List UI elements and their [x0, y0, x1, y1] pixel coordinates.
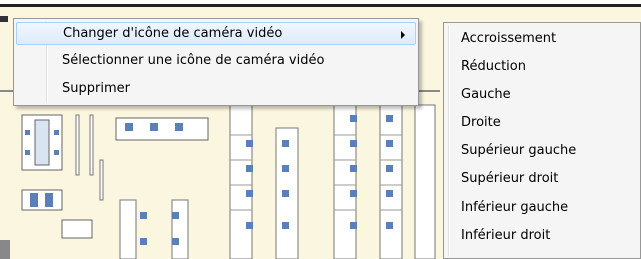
menu-item-select-camera-icon[interactable]: Sélectionner une icône de caméra vidéo: [16, 50, 416, 73]
submenu-item-lower-right[interactable]: Inférieur droit: [446, 222, 638, 250]
menu-item-label: Sélectionner une icône de caméra vidéo: [62, 53, 325, 68]
submenu-item-label: Droite: [461, 115, 501, 130]
submenu-item-right[interactable]: Droite: [446, 109, 638, 137]
submenu-item-label: Gauche: [461, 87, 511, 102]
submenu-item-left[interactable]: Gauche: [446, 81, 638, 109]
submenu-item-lower-left[interactable]: Inférieur gauche: [446, 194, 638, 222]
context-menu: Changer d'icône de caméra vidéo Sélectio…: [13, 18, 419, 106]
submenu-item-label: Supérieur droit: [461, 171, 559, 186]
submenu-item-label: Réduction: [461, 59, 526, 74]
submenu-item-label: Supérieur gauche: [461, 143, 577, 158]
menu-item-change-camera-icon[interactable]: Changer d'icône de caméra vidéo: [16, 22, 416, 45]
submenu-item-upper-left[interactable]: Supérieur gauche: [446, 137, 638, 165]
menu-item-label: Changer d'icône de caméra vidéo: [63, 26, 283, 41]
submenu-arrow-icon: [401, 31, 405, 39]
submenu-item-label: Inférieur droit: [461, 228, 551, 243]
submenu-camera-icon-options: Accroissement Réduction Gauche Droite Su…: [443, 22, 641, 259]
submenu-item-label: Accroissement: [461, 31, 557, 46]
submenu-item-upper-right[interactable]: Supérieur droit: [446, 165, 638, 193]
submenu-item-label: Inférieur gauche: [461, 200, 569, 215]
submenu-item-reduce[interactable]: Réduction: [446, 53, 638, 81]
menu-item-delete[interactable]: Supprimer: [16, 78, 416, 101]
menu-item-label: Supprimer: [62, 81, 130, 96]
submenu-item-enlarge[interactable]: Accroissement: [446, 25, 638, 53]
